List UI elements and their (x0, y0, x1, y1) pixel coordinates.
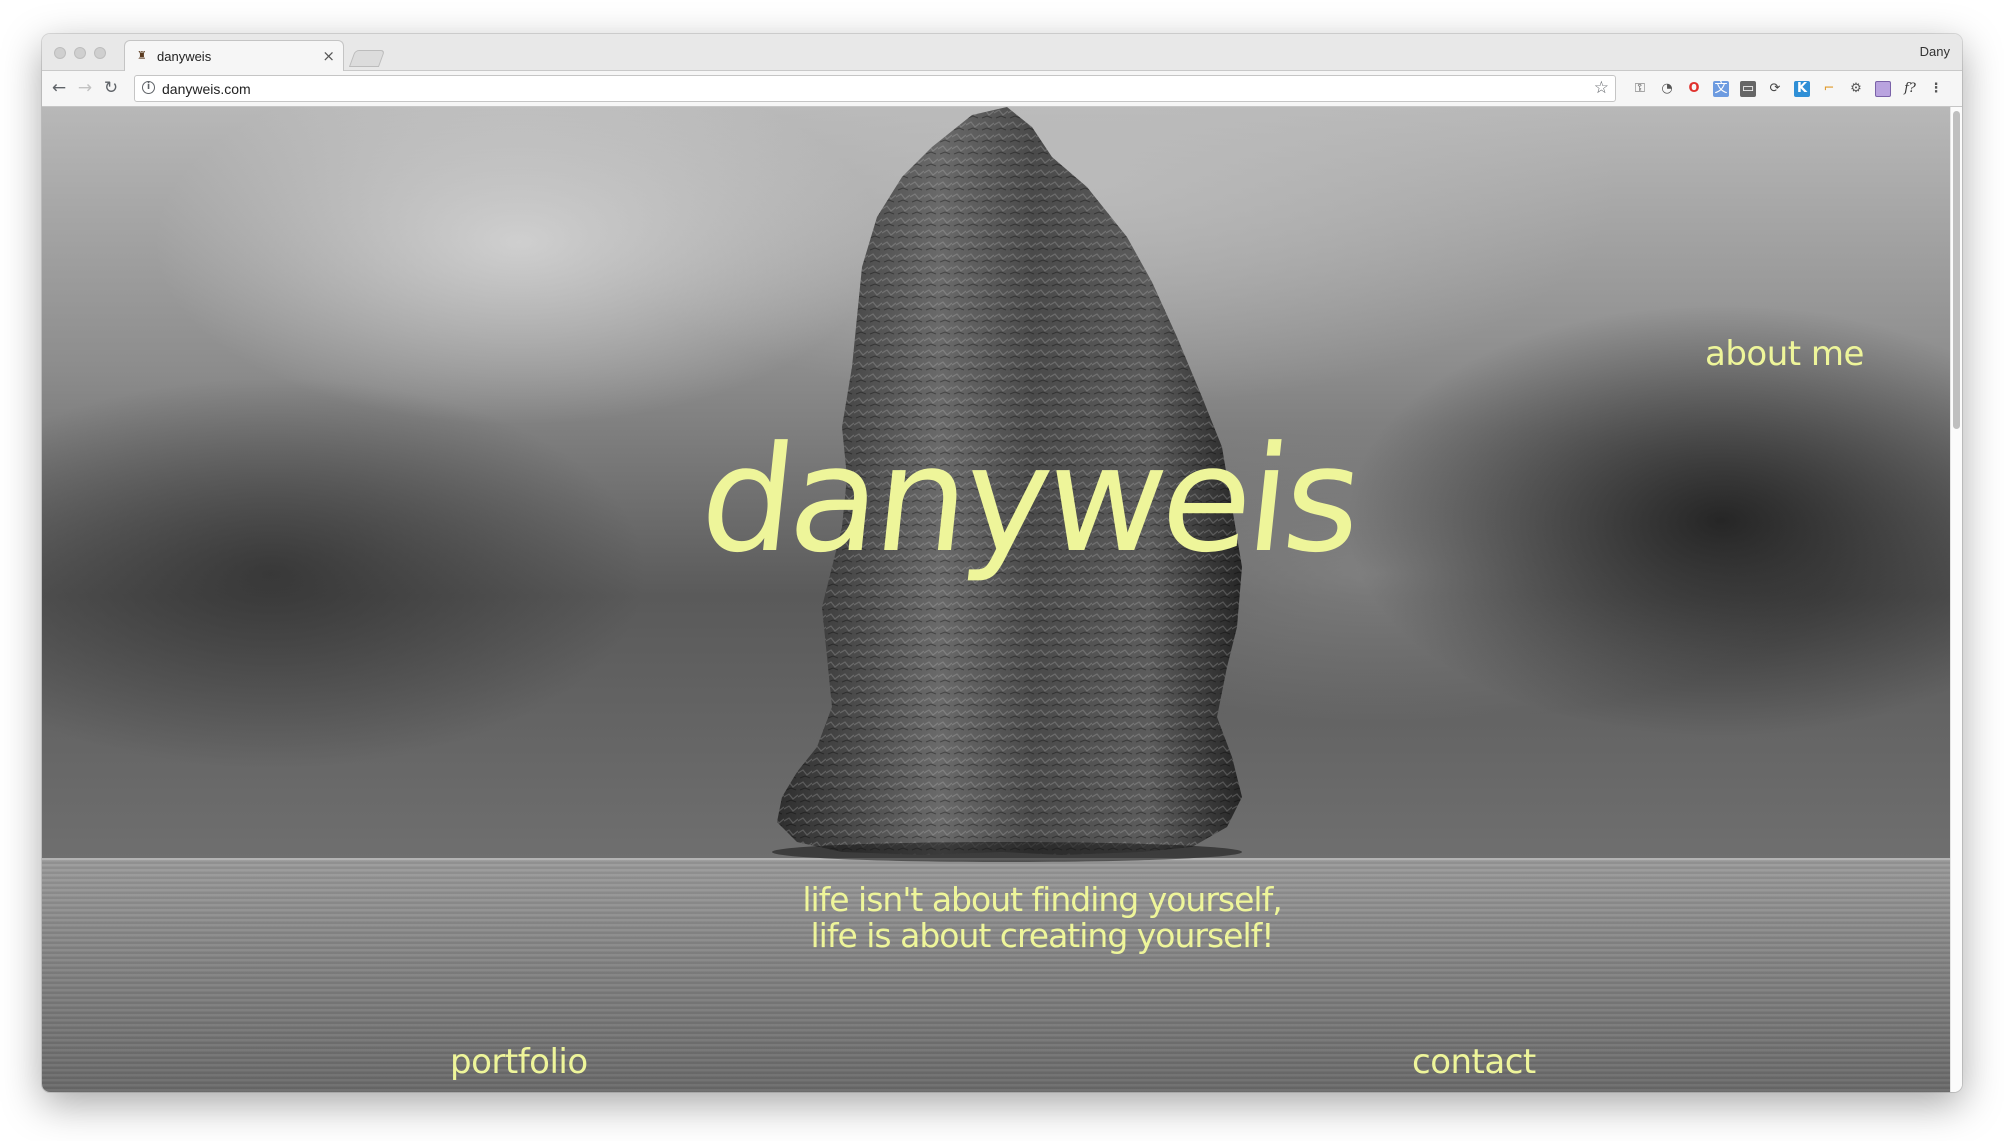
tagline: life isn't about finding yourself, life … (542, 882, 1542, 954)
nav-about-me-link[interactable]: about me (1705, 337, 1864, 371)
reload-icon[interactable]: ↻ (100, 77, 122, 99)
gear-icon[interactable]: ⚙ (1848, 81, 1864, 97)
browser-window: ♜ danyweis × Dany ← → ↻ i danyweis.com ☆… (42, 34, 1962, 1092)
close-icon[interactable]: × (322, 47, 335, 65)
speed-gauge-icon[interactable]: ◔ (1659, 81, 1675, 97)
opera-icon[interactable]: O (1686, 81, 1702, 97)
profile-name[interactable]: Dany (1920, 44, 1950, 59)
window-icon[interactable]: ▭ (1740, 81, 1756, 97)
menu-dots-icon[interactable]: ⋮ (1928, 81, 1944, 97)
bookmark-star-icon[interactable]: ☆ (1594, 78, 1609, 98)
tagline-line-1: life isn't about finding yourself, (802, 880, 1282, 919)
tab-danyweis[interactable]: ♜ danyweis × (124, 40, 344, 71)
site-favicon-icon: ♜ (137, 49, 147, 62)
url-text[interactable]: danyweis.com (162, 81, 251, 97)
nav-contact-link[interactable]: contact (1412, 1045, 1536, 1079)
nav-portfolio-link[interactable]: portfolio (450, 1045, 588, 1079)
window-zoom-light[interactable] (94, 47, 106, 59)
site-title: danyweis (693, 415, 1366, 585)
sync-icon[interactable]: ⟳ (1767, 81, 1783, 97)
fx-icon[interactable]: f? (1902, 81, 1918, 97)
info-icon[interactable]: i (142, 81, 155, 94)
new-tab-button[interactable] (348, 50, 386, 67)
tab-strip: ♜ danyweis × Dany (42, 34, 1962, 71)
extension-puzzle-icon[interactable]: ⚿ (1632, 81, 1648, 97)
tagline-line-2: life is about creating yourself! (810, 916, 1275, 955)
purple-square-icon[interactable] (1875, 81, 1891, 97)
highlighter-icon[interactable]: ⌐ (1821, 81, 1837, 97)
scrollbar-thumb[interactable] (1953, 111, 1960, 429)
tab-title: danyweis (157, 49, 212, 64)
forward-arrow-icon[interactable]: → (74, 77, 96, 99)
browser-toolbar: ← → ↻ i danyweis.com ☆ ⚿ ◔ O 文 ▭ ⟳ K ⌐ ⚙… (42, 71, 1962, 107)
vertical-scrollbar[interactable] (1950, 107, 1962, 1092)
window-minimize-light[interactable] (74, 47, 86, 59)
back-arrow-icon[interactable]: ← (48, 77, 70, 99)
translate-icon[interactable]: 文 (1713, 81, 1729, 97)
k-icon[interactable]: K (1794, 81, 1810, 97)
page-viewport: about me danyweis life isn't about findi… (42, 107, 1950, 1092)
window-close-light[interactable] (54, 47, 66, 59)
address-bar[interactable]: i danyweis.com ☆ (134, 75, 1616, 102)
